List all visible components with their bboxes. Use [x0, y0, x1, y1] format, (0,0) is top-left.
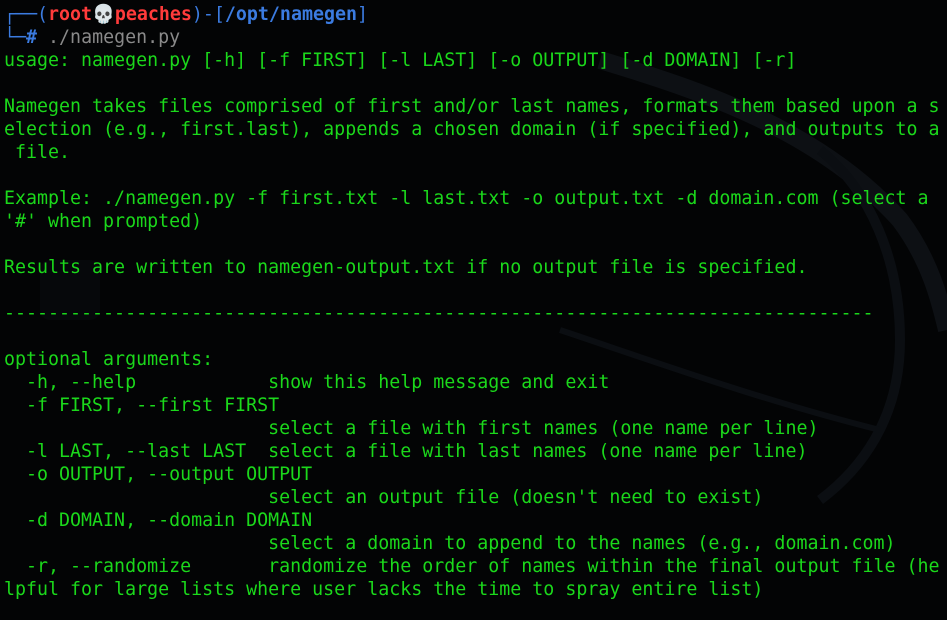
prompt-frame-bottom: └─ — [4, 27, 27, 48]
option-domain: -d DOMAIN, --domain DOMAIN — [4, 510, 313, 531]
option-last: -l LAST, --last LAST select a file with … — [4, 441, 808, 462]
prompt-user: root — [48, 4, 93, 25]
command-text: ./namegen.py — [48, 27, 181, 48]
prompt-host: peaches — [114, 4, 192, 25]
optional-arguments-header: optional arguments: — [4, 349, 214, 370]
option-first: -f FIRST, --first FIRST — [4, 395, 280, 416]
example-line-2: '#' when prompted) — [4, 211, 203, 232]
prompt-line-top: ┌──(root💀peaches)-[/opt/namegen] — [4, 3, 947, 26]
usage-line: usage: namegen.py [-h] [-f FIRST] [-l LA… — [4, 50, 797, 71]
option-randomize-line-1: -r, --randomize randomize the order of n… — [4, 556, 940, 577]
description-line-1: Namegen takes files comprised of first a… — [4, 96, 940, 117]
terminal-window[interactable]: ┌──(root💀peaches)-[/opt/namegen] └─# ./n… — [0, 0, 947, 620]
skull-icon: 💀 — [92, 4, 115, 25]
description-line-2: election (e.g., first.last), appends a c… — [4, 119, 940, 140]
prompt-path: /opt/namegen — [224, 4, 357, 25]
separator-line: ----------------------------------------… — [4, 303, 874, 324]
prompt-frame-mid: )-[ — [191, 4, 225, 25]
terminal-content: ┌──(root💀peaches)-[/opt/namegen] └─# ./n… — [4, 3, 947, 601]
description-line-3: file. — [4, 142, 71, 163]
prompt-frame-close: ] — [356, 4, 368, 25]
prompt-hash: # — [26, 27, 38, 48]
option-first-description: select a file with first names (one name… — [4, 418, 819, 439]
option-help: -h, --help show this help message and ex… — [4, 372, 610, 393]
option-domain-description: select a domain to append to the names (… — [4, 533, 896, 554]
option-randomize-line-2: lpful for large lists where user lacks t… — [4, 579, 764, 600]
prompt-frame-open: ┌──( — [4, 4, 49, 25]
example-line-1: Example: ./namegen.py -f first.txt -l la… — [4, 188, 929, 209]
results-line: Results are written to namegen-output.tx… — [4, 257, 808, 278]
prompt-line-bottom: └─# ./namegen.py — [4, 26, 947, 49]
option-output: -o OUTPUT, --output OUTPUT — [4, 464, 313, 485]
option-output-description: select an output file (doesn't need to e… — [4, 487, 764, 508]
